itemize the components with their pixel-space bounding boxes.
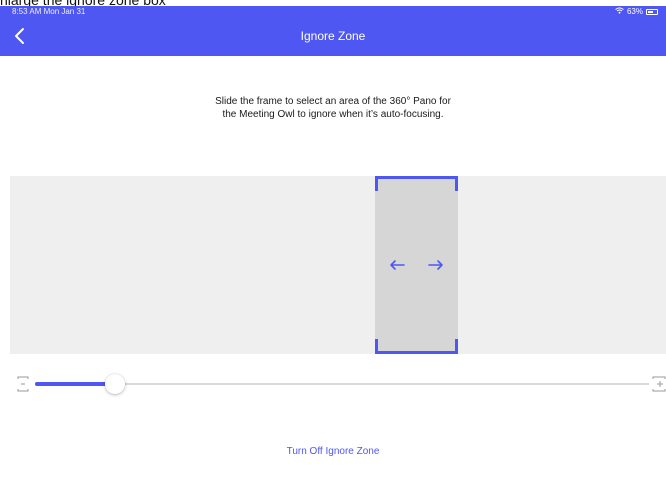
instruction-text: Slide the frame to select an area of the…: [215, 96, 451, 120]
size-slider-thumb[interactable]: [104, 374, 125, 394]
page-title: Ignore Zone: [300, 29, 366, 43]
arrow-left-icon: [389, 259, 405, 271]
drag-arrows: [389, 256, 444, 274]
frame-bottom-edge: [375, 351, 458, 354]
ignore-zone-frame[interactable]: [375, 176, 458, 354]
battery-icon: [646, 8, 658, 15]
battery-fill: [648, 10, 653, 13]
size-slider-track[interactable]: [35, 383, 649, 385]
wifi-icon: [615, 7, 624, 16]
frame-top-edge: [375, 176, 458, 179]
arrow-right-icon: [428, 259, 444, 271]
turn-off-ignore-zone-button[interactable]: Turn Off Ignore Zone: [0, 446, 666, 457]
status-indicators: 63%: [615, 7, 658, 16]
app-header: 8:53 AM Mon Jan 31 63% Ignore Zone: [0, 6, 666, 56]
expand-icon[interactable]: [652, 376, 666, 392]
battery-percent: 63%: [626, 7, 643, 16]
size-slider-fill: [35, 382, 115, 386]
panorama-view: [10, 176, 666, 354]
ignore-zone-screen: nlarge the ignore zone box 8:53 AM Mon J…: [0, 0, 666, 485]
shrink-icon[interactable]: [17, 376, 29, 392]
status-time: 8:53 AM Mon Jan 31: [12, 7, 86, 16]
